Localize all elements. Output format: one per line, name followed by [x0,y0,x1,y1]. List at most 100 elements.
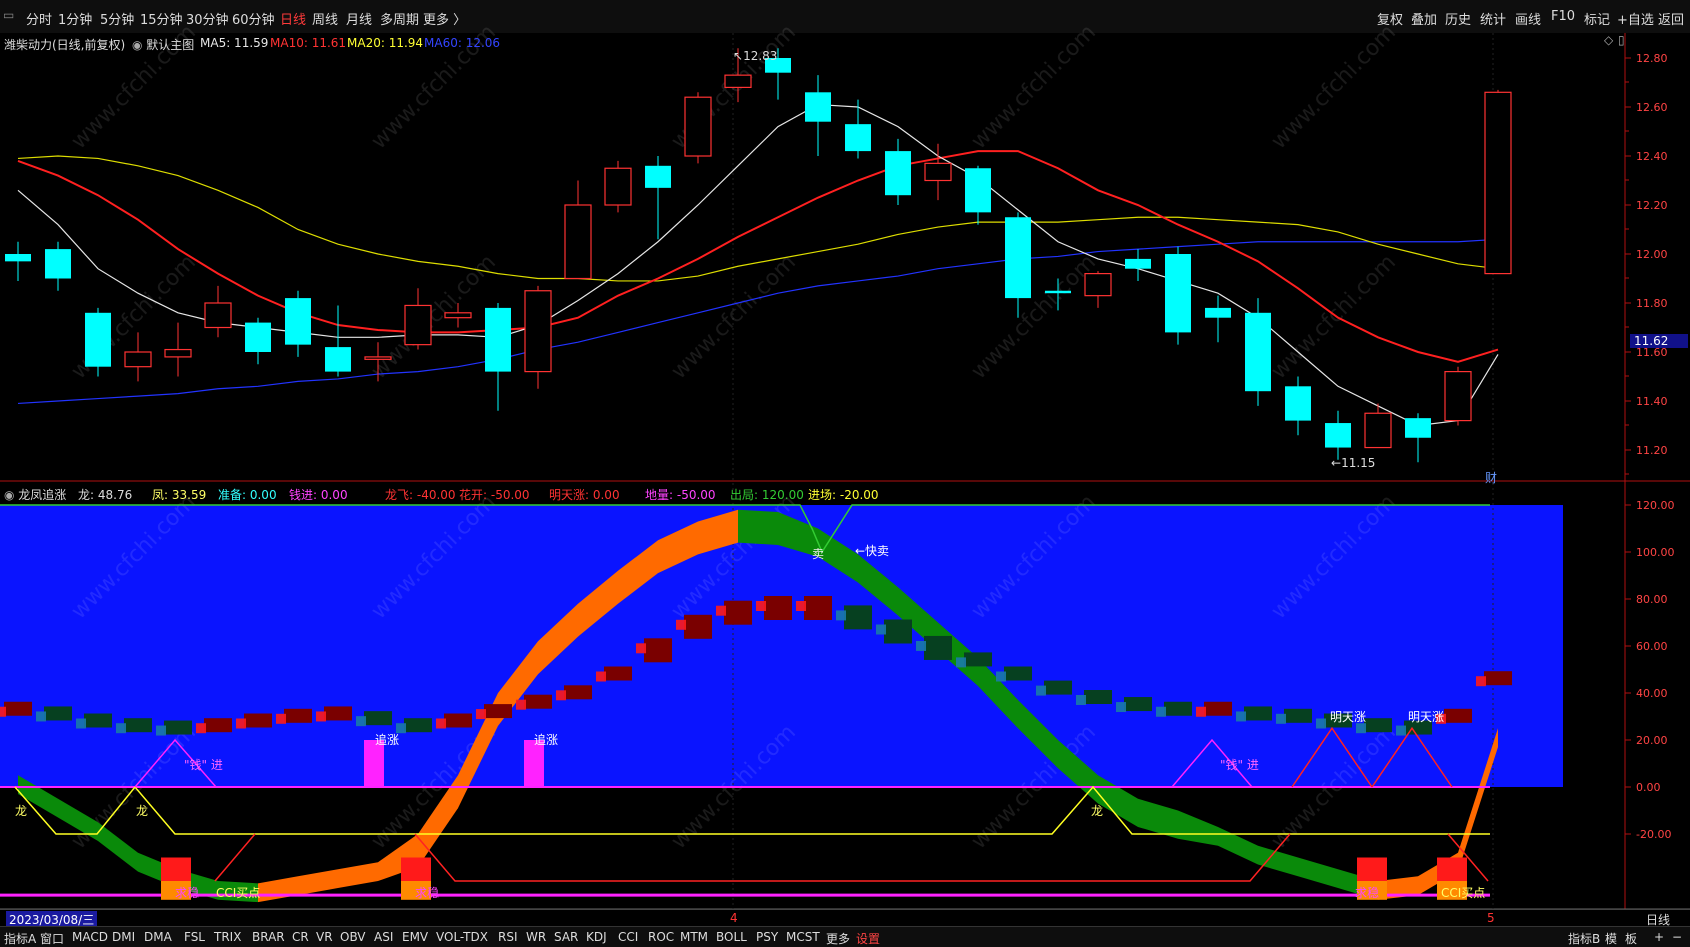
money-in-label-2: "钱" 进 [1220,758,1259,772]
template-name: 默认主图 [146,38,195,52]
indicator-tab-19[interactable]: ROC [648,930,674,944]
indicator-tab-1[interactable]: 窗口 [40,930,64,947]
indicator-value-2: 准备: 0.00 [218,488,277,502]
high-marker: ↖12.83 [733,49,778,63]
indicator-tab-8[interactable]: CR [292,930,309,944]
indicator-value-9: 进场: -20.00 [808,488,879,502]
template-circle-icon: ◉ [132,38,147,52]
date-month-5: 5 [1487,911,1495,925]
phoenix-bar [84,713,112,728]
indicator-tab-14[interactable]: RSI [498,930,518,944]
price-tick-label: 11.80 [1636,297,1668,310]
money-in-label-1: "钱" 进 [184,758,223,772]
phoenix-edge [556,690,566,701]
phoenix-edge [1476,676,1486,687]
candle-down [1125,258,1151,269]
phoenix-edge [636,643,646,654]
candle-down [285,298,311,345]
dragon-band-segment [338,862,378,889]
candle-up [164,348,192,358]
phoenix-edge [716,605,726,616]
entry-line [14,785,1490,835]
indicator-title[interactable]: ◉ 龙凤追涨 [4,486,66,503]
price-tick-label: 12.60 [1636,101,1668,114]
candle-down [245,322,271,352]
indicator-tab-16[interactable]: SAR [554,930,578,944]
long-label-1: 龙 [15,804,28,818]
phoenix-bar [44,706,72,721]
diamond-icon[interactable]: ◇ [1604,33,1613,47]
kline-chart[interactable]: www.cfchi.com www.cfchi.com www.cfchi.com w… [0,0,1690,946]
ma5-value: MA5: 11.59 [200,36,269,50]
dragon-band-segment [98,822,138,872]
phoenix-edge [276,713,286,724]
indicator-tab-18[interactable]: CCI [618,930,638,944]
right-tab-3[interactable]: + [1654,930,1664,944]
right-tab-4[interactable]: − [1672,930,1682,944]
phoenix-bar [1004,666,1032,681]
indicator-tab-4[interactable]: DMA [144,930,172,944]
indicator-tab-17[interactable]: KDJ [586,930,607,944]
candle-down [1165,254,1191,333]
indicator-tab-22[interactable]: PSY [756,930,778,944]
ind-tick-label: 100.00 [1636,546,1675,559]
phoenix-edge [876,624,886,635]
indicator-tab-10[interactable]: OBV [340,930,366,944]
fin-marker[interactable]: 财 [1485,469,1497,486]
phoenix-bar [1444,708,1472,723]
indicator-tab-3[interactable]: DMI [112,930,135,944]
indicator-tab-2[interactable]: MACD [72,930,108,944]
chase-label-2: 追涨 [534,733,559,747]
indicator-tabs-bar: 指标A 窗口 MACD DMI DMA FSL TRIX BRAR CR VR OBV ASI EMV V… [0,926,1690,947]
indicator-tab-5[interactable]: FSL [184,930,205,944]
indicator-tab-12[interactable]: EMV [402,930,428,944]
phoenix-edge [916,640,926,651]
indicator-tab-7[interactable]: BRAR [252,930,285,944]
right-tab-2[interactable]: 板 [1625,930,1637,947]
phoenix-edge [0,706,6,717]
candle-up [724,74,752,89]
red-signal-line [214,833,256,882]
indicator-tab-6[interactable]: TRIX [214,930,241,944]
indicator-tab-0[interactable]: 指标A [4,930,36,947]
phoenix-edge [76,718,86,729]
phoenix-bar [804,596,832,620]
ind-tick-label: -20.00 [1636,828,1671,841]
candle-up [204,302,232,329]
indicator-tab-20[interactable]: MTM [680,930,708,944]
indicator-tab-15[interactable]: WR [526,930,546,944]
indicator-tab-13[interactable]: VOL-TDX [436,930,488,944]
price-tick-label: 11.20 [1636,444,1668,457]
dragon-band-segment [738,509,778,545]
phoenix-bar [1204,701,1232,716]
main-panel-bg [0,33,1690,481]
candle-down [325,347,351,372]
indicator-tab-24[interactable]: 更多 [826,930,850,947]
ind-tick-label: 80.00 [1636,593,1668,606]
low-marker: ←11.15 [1331,456,1376,470]
red-signal-line [414,833,1291,882]
window-restore-icon[interactable]: ▯ [1618,33,1625,47]
dragon-band-segment [258,876,298,903]
candle-up [1364,412,1392,449]
indicator-tab-9[interactable]: VR [316,930,333,944]
indicator-tab-21[interactable]: BOLL [716,930,747,944]
indicator-tab-25[interactable]: 设置 [856,930,880,947]
indicator-tab-11[interactable]: ASI [374,930,393,944]
cci-label-2: CCI买点 [1441,886,1486,900]
indicator-tab-23[interactable]: MCST [786,930,820,944]
phoenix-edge [36,711,46,722]
phoenix-bar [404,718,432,733]
ma60-value: MA60: 12.06 [424,36,501,50]
template-label[interactable]: ◉ 默认主图 [132,36,194,53]
right-tab-1[interactable]: 模 [1605,930,1617,947]
candle-down [45,249,71,279]
phoenix-bar [1044,680,1072,695]
phoenix-edge [1156,706,1166,717]
candle-up [524,290,552,373]
hold-block-red [1357,857,1387,881]
indicator-value-6: 明天涨: 0.00 [549,488,620,502]
indicator-circle-icon: ◉ [4,488,19,502]
right-tab-0[interactable]: 指标B [1568,930,1600,947]
ind-tick-label: 60.00 [1636,640,1668,653]
